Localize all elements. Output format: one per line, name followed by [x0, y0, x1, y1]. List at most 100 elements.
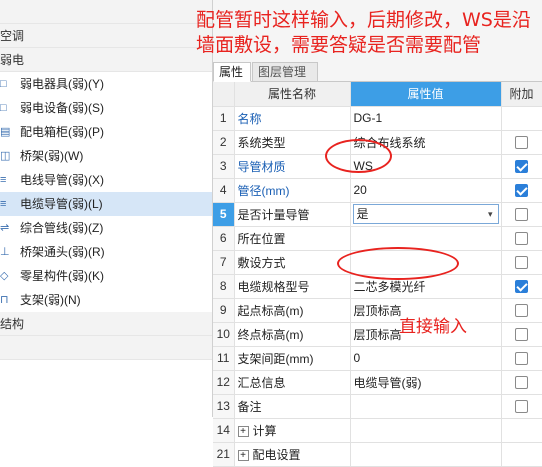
tree-item[interactable]: ◇ 零星构件(弱)(K) [0, 264, 212, 288]
tree-item-label: 配电箱柜(弱)(P) [20, 125, 104, 139]
value-dropdown[interactable]: 是 ▾ [352, 204, 499, 224]
additional-checkbox[interactable] [515, 160, 528, 174]
tree-item[interactable]: ◫ 桥架(弱)(W) [0, 144, 212, 168]
property-row[interactable]: 1 名称 DG-1 [213, 106, 542, 131]
property-name: 支架间距(mm) [234, 346, 351, 371]
property-name: 汇总信息 [234, 370, 351, 395]
property-row[interactable]: 21 + 配电设置 [213, 442, 542, 467]
tree-item[interactable]: ▤ 配电箱柜(弱)(P) [0, 120, 212, 144]
row-number: 5 [213, 202, 235, 227]
additional-checkbox[interactable] [515, 136, 528, 150]
row-number-header [213, 82, 235, 107]
cabinet-icon: ▤ [0, 126, 11, 138]
tree-item-label: 综合管线(弱)(Z) [20, 221, 104, 235]
tree-item[interactable]: ⇌ 综合管线(弱)(Z) [0, 216, 212, 240]
additional-checkbox[interactable] [515, 352, 528, 366]
additional-checkbox[interactable] [515, 280, 528, 294]
tree-item[interactable]: ≡ 电线导管(弱)(X) [0, 168, 212, 192]
tree-category[interactable]: 空调 [0, 24, 212, 48]
tab-layer-management[interactable]: 图层管理 [252, 62, 318, 82]
cable-conduit-icon: ≡ [0, 198, 7, 210]
property-value[interactable] [350, 418, 502, 443]
property-value[interactable]: 电缆导管(弱) [350, 370, 502, 395]
additional-checkbox[interactable] [515, 328, 528, 342]
property-row[interactable]: 5 是否计量导管是 ▾ [213, 202, 542, 227]
row-number: 21 [213, 442, 235, 467]
property-value[interactable]: 0 [350, 346, 502, 371]
additional-cell [501, 442, 542, 467]
additional-cell [501, 274, 542, 299]
row-number: 14 [213, 418, 235, 443]
property-value[interactable] [350, 394, 502, 419]
row-number: 9 [213, 298, 235, 323]
property-row[interactable]: 12 汇总信息 电缆导管(弱) [213, 370, 542, 395]
additional-checkbox[interactable] [515, 304, 528, 318]
property-tabs: 属性 图层管理 [213, 62, 542, 82]
property-row[interactable]: 9 起点标高(m) 层顶标高 [213, 298, 542, 323]
property-name: 管径(mm) [234, 178, 351, 203]
wire-conduit-icon: ≡ [0, 174, 7, 186]
property-name: 名称 [234, 106, 351, 131]
additional-checkbox[interactable] [515, 376, 528, 390]
tree-category[interactable]: 结构 [0, 312, 212, 336]
property-value[interactable]: 20 [350, 178, 502, 203]
tree-category[interactable]: 弱电 [0, 48, 212, 72]
additional-cell [501, 322, 542, 347]
additional-checkbox[interactable] [515, 184, 528, 198]
property-name: + 配电设置 [234, 442, 351, 467]
additional-checkbox[interactable] [515, 400, 528, 414]
property-row[interactable]: 6 所在位置 [213, 226, 542, 251]
property-row[interactable]: 14 + 计算 [213, 418, 542, 443]
tree-item[interactable]: ⊥ 桥架通头(弱)(R) [0, 240, 212, 264]
property-panel: 属性 图层管理 属性名称 属性值 附加 1 名称 DG-1 2 系统类型 综合布线系统 3 导… [213, 0, 542, 467]
tab-attributes[interactable]: 属性 [213, 62, 251, 82]
tree-item[interactable]: □ 弱电器具(弱)(Y) [0, 72, 212, 96]
additional-cell [501, 130, 542, 155]
property-row[interactable]: 11 支架间距(mm) 0 [213, 346, 542, 371]
additional-cell [501, 298, 542, 323]
row-number: 2 [213, 130, 235, 155]
tree-item[interactable]: ⊓ 支架(弱)(N) [0, 288, 212, 312]
property-row[interactable]: 4 管径(mm) 20 [213, 178, 542, 203]
property-value-cell: 是 ▾ [350, 202, 502, 227]
property-row[interactable]: 10 终点标高(m) 层顶标高 [213, 322, 542, 347]
tree-item-label: 桥架(弱)(W) [20, 149, 84, 163]
annotation-ellipse-spec [337, 247, 459, 280]
tree-category[interactable] [0, 0, 212, 24]
additional-checkbox[interactable] [515, 232, 528, 246]
chevron-down-icon[interactable]: ▾ [488, 205, 493, 223]
annotation-direct-input: 直接输入 [399, 317, 467, 337]
tree-item[interactable]: ≡ 电缆导管(弱)(L) [0, 192, 212, 216]
row-number: 13 [213, 394, 235, 419]
additional-cell [501, 106, 542, 131]
tree-item[interactable]: □ 弱电设备(弱)(S) [0, 96, 212, 120]
property-name: 电缆规格型号 [234, 274, 351, 299]
group-label: 配电设置 [252, 447, 301, 462]
tree-item-label: 桥架通头(弱)(R) [20, 245, 105, 259]
row-number: 8 [213, 274, 235, 299]
tree-item-label: 支架(弱)(N) [20, 293, 81, 307]
additional-cell [501, 226, 542, 251]
additional-cell [501, 418, 542, 443]
component-icon: ◇ [0, 270, 9, 282]
tree-category[interactable] [0, 336, 212, 360]
property-value[interactable] [350, 442, 502, 467]
expand-icon[interactable]: + [237, 449, 249, 461]
additional-header: 附加 [501, 82, 542, 107]
additional-cell [501, 178, 542, 203]
property-row[interactable]: 13 备注 [213, 394, 542, 419]
expand-icon[interactable]: + [237, 425, 249, 437]
device-icon: □ [0, 78, 7, 90]
tray-tee-icon: ⊥ [0, 246, 10, 258]
property-value-header: 属性值 [350, 82, 502, 107]
additional-cell [501, 394, 542, 419]
additional-checkbox[interactable] [515, 256, 528, 270]
property-value[interactable] [350, 226, 502, 251]
annotation-ellipse-material [325, 139, 392, 173]
group-label: 计算 [252, 423, 277, 438]
property-value[interactable]: DG-1 [350, 106, 502, 131]
annotation-note: 配管暂时这样输入，后期修改，WS是沿墙面敷设，需要答疑是否需要配管 [196, 9, 531, 56]
tree-item-label: 电线导管(弱)(X) [20, 173, 104, 187]
tray-icon: ◫ [0, 150, 11, 162]
additional-checkbox[interactable] [515, 208, 528, 222]
